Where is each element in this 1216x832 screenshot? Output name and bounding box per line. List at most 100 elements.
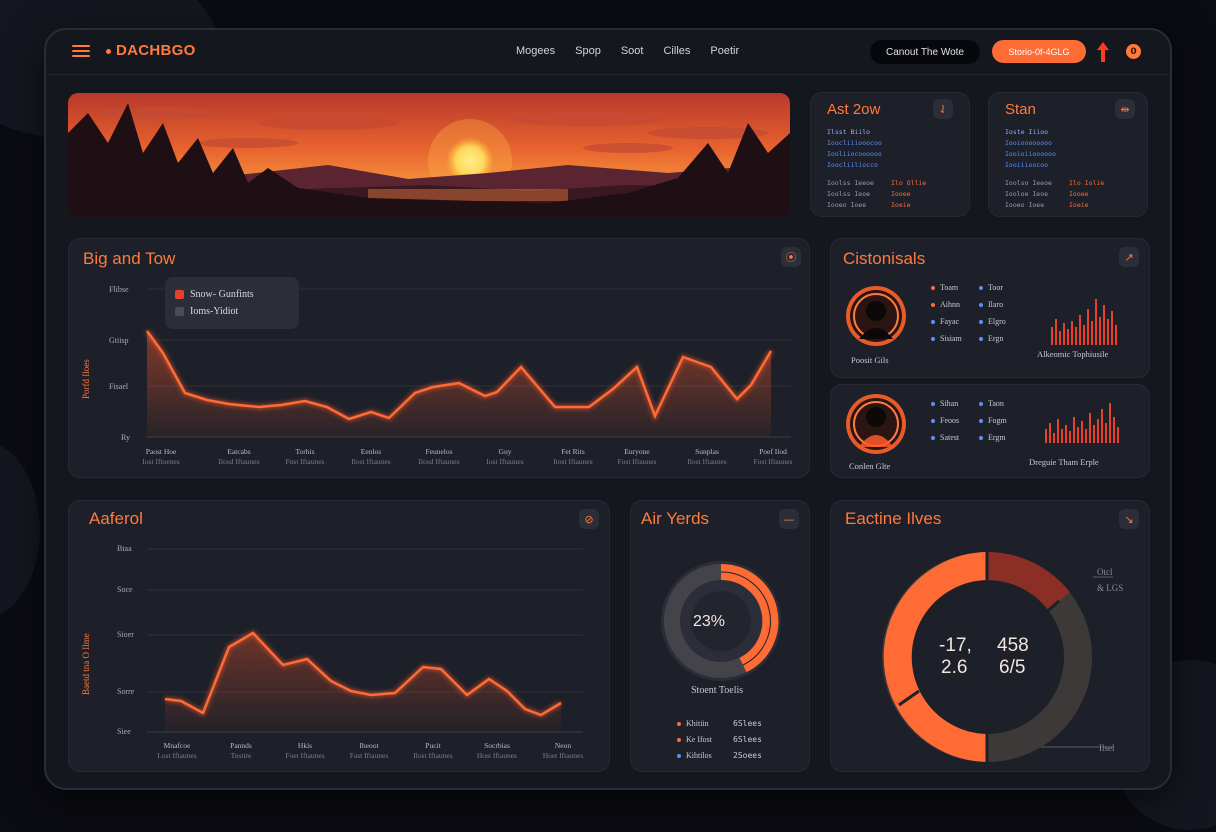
header-divider bbox=[46, 74, 1170, 75]
expand-icon[interactable]: ↗ bbox=[1119, 247, 1139, 267]
customer-item[interactable]: Ergm bbox=[979, 433, 1006, 442]
mini-bar-chart bbox=[1045, 403, 1119, 443]
x-tick: Mnafcoe Lost Iftaunes bbox=[157, 741, 197, 760]
stats-row: Iooliiocoooooo bbox=[827, 150, 882, 158]
stats-row: Ioolss Ieeoe bbox=[827, 179, 874, 187]
x-tick: Euryone Fost Iftaunes bbox=[617, 447, 657, 466]
customer-item[interactable]: Fayac bbox=[931, 317, 959, 326]
donut-center-value: 23% bbox=[693, 613, 726, 630]
eactine-card: Eactine Ilves ↘ -17, 458 2.6 6/5 Otcl & … bbox=[830, 500, 1150, 772]
stats-card-ast: Ast 2ow ⇃ Ilsst Biilo Ioocliiiooocoo Ioo… bbox=[810, 92, 970, 217]
customer-item[interactable]: Elgro bbox=[979, 317, 1006, 326]
x-tick: Pannds Tostire bbox=[230, 741, 252, 760]
big-chart-card: Big and Tow ⦿ Snow- Gunfints Ioms-Yidiot… bbox=[68, 238, 810, 478]
x-tick: Fet Rits Itost Iftaunes bbox=[553, 447, 593, 466]
customer-item[interactable]: Ergn bbox=[979, 334, 1003, 343]
customer-avatar[interactable] bbox=[843, 391, 909, 457]
legend-item[interactable]: Kihtilos bbox=[677, 751, 712, 760]
lower-chart-card: Aaferol ⊘ Baetd tna O Ilme Btaa Soce Sio… bbox=[68, 500, 610, 772]
card-title: Stan bbox=[1005, 101, 1036, 118]
customer-avatar[interactable] bbox=[843, 283, 909, 349]
legend-value: 2Soees bbox=[733, 751, 762, 760]
stats-row: Iooioiioooooo bbox=[1005, 150, 1056, 158]
stats-row: Iooeo Ioee bbox=[1005, 201, 1045, 209]
customer-item[interactable]: Ilaro bbox=[979, 300, 1003, 309]
primary-action-button[interactable]: Storio-0f-4GLG bbox=[992, 40, 1086, 63]
customers-card-top: Cistonisals ↗ Poosit Gils Toam Aihnn Fay… bbox=[830, 238, 1150, 378]
x-tick: Feunelos Ilosd Iftaunes bbox=[418, 447, 460, 466]
stats-value: Ilo Ollie bbox=[891, 179, 927, 187]
top-bar: DACHBGO Mogees Spop Soot Cilles Poetir C… bbox=[46, 30, 1170, 74]
stats-value: Iooee bbox=[1069, 190, 1089, 198]
donut-caption: Stoent Toelis bbox=[691, 685, 744, 696]
x-tick: Eatcabs Ilosd Iftaunes bbox=[218, 447, 260, 466]
app-logo[interactable]: DACHBGO bbox=[116, 42, 196, 59]
secondary-action-button[interactable]: Canout The Wote bbox=[870, 40, 980, 64]
stats-row: Iooloe Ieoe bbox=[1005, 190, 1049, 198]
big-line-chart[interactable] bbox=[69, 239, 811, 479]
stats-row: Ioolss Ieoe bbox=[827, 190, 871, 198]
x-tick: Paost Hoe Iost Iftoenes bbox=[142, 447, 180, 466]
nav-item[interactable]: Mogees bbox=[516, 45, 555, 57]
nav-item[interactable]: Poetir bbox=[710, 45, 739, 57]
x-tick: Torhis Fnst Iftaunes bbox=[285, 447, 325, 466]
notification-badge[interactable]: 0 bbox=[1126, 44, 1141, 59]
card-title: Cistonisals bbox=[843, 249, 926, 268]
logo-dot-icon bbox=[106, 49, 111, 54]
main-nav: Mogees Spop Soot Cilles Poetir bbox=[516, 45, 739, 57]
x-tick: Sunplas Ilost Iftaunes bbox=[687, 447, 727, 466]
bars-caption: Dreguie Tham Erple bbox=[1029, 457, 1099, 467]
callout-label: Ilsel bbox=[1099, 743, 1115, 753]
customer-item[interactable]: Feoos bbox=[931, 416, 959, 425]
x-tick: Iheoot Fast Iftaunes bbox=[349, 741, 389, 760]
stats-row: Iooiiioocoo bbox=[1005, 161, 1049, 169]
x-tick: Eenlos Ilost Iftaunes bbox=[351, 447, 391, 466]
customer-item[interactable]: Toor bbox=[979, 283, 1003, 292]
customer-item[interactable]: Sihan bbox=[931, 399, 958, 408]
card-title: Air Yerds bbox=[641, 509, 710, 528]
x-tick: Pucit Ilost Iftaunes bbox=[413, 741, 453, 760]
stats-row: Ioocliiliocco bbox=[827, 161, 878, 169]
avatar-caption: Poosit Gils bbox=[851, 355, 889, 365]
card-title: Ast 2ow bbox=[827, 101, 881, 118]
sunset-banner-image bbox=[68, 93, 790, 217]
stats-row: Iooeo Ioee bbox=[827, 201, 867, 209]
nav-item[interactable]: Spop bbox=[575, 45, 601, 57]
legend-value: 6Slees bbox=[733, 735, 762, 744]
stats-card-stan: Stan ⇹ Ioste Iiioo Iooioooooooo Iooioiio… bbox=[988, 92, 1148, 217]
legend-item[interactable]: Khitiin bbox=[677, 719, 709, 728]
customers-card-bottom: Conlen Glte Sihan Feoos Satest Taon Fogm… bbox=[830, 384, 1150, 478]
stats-value: Ioeie bbox=[891, 201, 911, 209]
stats-row: Ioolso Ieeoe bbox=[1005, 179, 1052, 187]
x-tick: Neon Hoet Iftaunes bbox=[542, 741, 584, 760]
bars-caption: Alkeomic Tophiusile bbox=[1037, 349, 1109, 359]
stats-value: Ilo Iolie bbox=[1069, 179, 1105, 187]
customer-item[interactable]: Taon bbox=[979, 399, 1004, 408]
card-menu-icon[interactable]: — bbox=[779, 509, 799, 529]
customer-item[interactable]: Toam bbox=[931, 283, 958, 292]
upload-arrow-icon[interactable] bbox=[1096, 41, 1110, 63]
mini-bar-chart bbox=[1051, 299, 1117, 345]
callout-label: & LGS bbox=[1097, 583, 1124, 593]
x-tick: Socrbias Host Iftaunes bbox=[476, 741, 518, 760]
legend-value: 6Slees bbox=[733, 719, 762, 728]
hamburger-menu-icon[interactable] bbox=[72, 45, 90, 57]
customer-item[interactable]: Fogm bbox=[979, 416, 1007, 425]
stats-row: Ioste Iiioo bbox=[1005, 128, 1049, 136]
x-tick: Guy Iost Iftaunes bbox=[486, 447, 524, 466]
lower-line-chart[interactable] bbox=[69, 501, 611, 773]
nav-item[interactable]: Soot bbox=[621, 45, 644, 57]
legend-item[interactable]: Ke Ifost bbox=[677, 735, 712, 744]
callout-label: Otcl bbox=[1097, 567, 1113, 577]
stats-value: Ioeie bbox=[1069, 201, 1089, 209]
customer-item[interactable]: Aihnn bbox=[931, 300, 960, 309]
customer-item[interactable]: Sisiam bbox=[931, 334, 962, 343]
nav-item[interactable]: Cilles bbox=[663, 45, 690, 57]
card-menu-icon[interactable]: ⇹ bbox=[1115, 99, 1135, 119]
customer-item[interactable]: Satest bbox=[931, 433, 959, 442]
card-menu-icon[interactable]: ⇃ bbox=[933, 99, 953, 119]
stats-row: Iooioooooooo bbox=[1005, 139, 1052, 147]
stats-row: Ilsst Biilo bbox=[827, 128, 871, 136]
stats-row: Ioocliiiooocoo bbox=[827, 139, 882, 147]
callout-lines bbox=[1041, 576, 1113, 748]
